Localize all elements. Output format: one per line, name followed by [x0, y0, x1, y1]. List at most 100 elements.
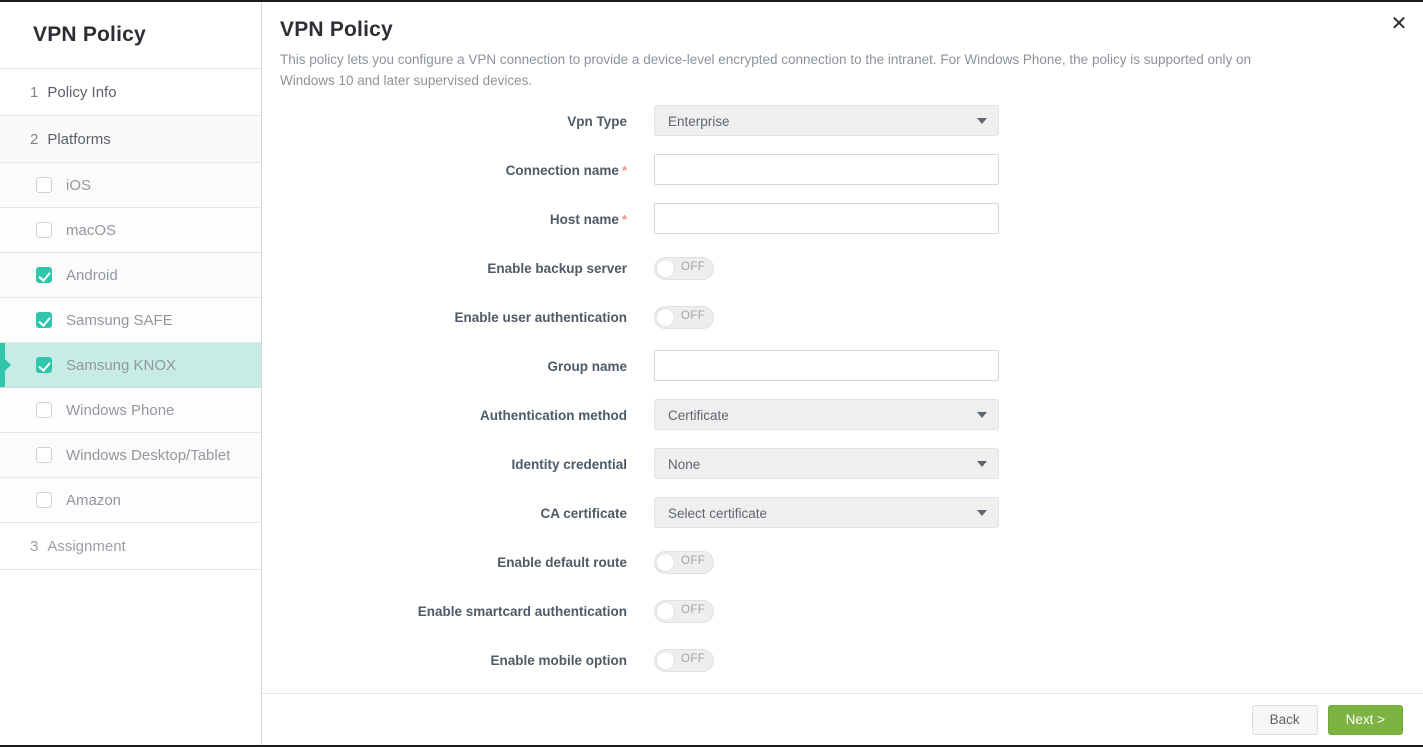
sidebar-platform-macos[interactable]: macOS [0, 208, 261, 253]
field-control: OFF [654, 546, 1423, 574]
field-control: Enterprise [654, 105, 1423, 136]
vpn-type-select[interactable]: Enterprise [654, 105, 999, 136]
field-control [654, 350, 1423, 381]
vpn-policy-dialog: VPN Policy 1 Policy Info 2 Platforms iOS macO… [0, 0, 1423, 747]
required-asterisk: * [621, 212, 627, 227]
sidebar-title: VPN Policy [0, 2, 261, 69]
form-row: Enable backup server OFF [262, 252, 1423, 301]
page-description: This policy lets you configure a VPN con… [280, 52, 1252, 88]
step-number: 1 [30, 83, 39, 101]
step-number: 3 [30, 537, 39, 555]
wizard-sidebar: VPN Policy 1 Policy Info 2 Platforms iOS macO… [0, 2, 262, 745]
select-wrapper: Certificate [654, 399, 999, 430]
form-row: Vpn Type Enterprise [262, 105, 1423, 154]
checkbox-unchecked-icon[interactable] [36, 447, 52, 463]
checkbox-unchecked-icon[interactable] [36, 492, 52, 508]
connection-name-input[interactable] [654, 154, 999, 185]
sidebar-platform-android[interactable]: Android [0, 253, 261, 298]
field-label-text: Host name [549, 212, 619, 227]
form-row: Identity credential None [262, 448, 1423, 497]
toggle-knob [656, 553, 675, 572]
field-control [654, 203, 1423, 234]
field-label: Connection name * [262, 154, 654, 188]
field-label-text: Group name [547, 359, 627, 374]
platform-label: Windows Phone [66, 401, 175, 419]
next-button[interactable]: Next > [1327, 704, 1403, 735]
field-label: Authentication method [262, 399, 654, 433]
step-number: 2 [30, 130, 39, 148]
sidebar-platform-windows-phone[interactable]: Windows Phone [0, 388, 261, 433]
form-row: Connection name * [262, 154, 1423, 203]
field-label: Identity credential [262, 448, 654, 482]
field-control: OFF [654, 301, 1423, 329]
enable-smartcard-authentication-toggle[interactable]: OFF [654, 600, 714, 623]
field-label-text: Vpn Type [567, 114, 627, 129]
step-label: Platforms [47, 130, 111, 148]
platform-label: Amazon [66, 491, 122, 509]
required-asterisk: * [621, 163, 627, 178]
field-label: Host name * [262, 203, 654, 237]
form-row: Enable mobile option OFF [262, 644, 1423, 693]
main-panel: VPN Policy This policy lets you configur… [262, 2, 1423, 745]
toggle-state-label: OFF [681, 310, 706, 322]
field-label: CA certificate [262, 497, 654, 531]
platform-label: Samsung SAFE [66, 311, 173, 329]
enable-default-route-toggle[interactable]: OFF [654, 551, 714, 574]
sidebar-platform-amazon[interactable]: Amazon [0, 478, 261, 523]
form-row: Group name [262, 350, 1423, 399]
checkbox-unchecked-icon[interactable] [36, 222, 52, 238]
enable-mobile-option-toggle[interactable]: OFF [654, 649, 714, 672]
field-label-text: Enable default route [497, 555, 627, 570]
sidebar-step-policy-info[interactable]: 1 Policy Info [0, 69, 261, 116]
back-button[interactable]: Back [1251, 704, 1318, 735]
select-wrapper: None [654, 448, 999, 479]
form-row: CA certificate Select certificate [262, 497, 1423, 546]
field-label-text: Connection name [505, 163, 619, 178]
field-label-text: Enable mobile option [490, 653, 627, 668]
field-control: Certificate [654, 399, 1423, 430]
platform-label: Windows Desktop/Tablet [66, 446, 231, 464]
policy-form: Vpn Type Enterprise Connection name * Host n… [262, 91, 1423, 693]
panel-header: VPN Policy This policy lets you configur… [262, 2, 1423, 91]
checkbox-unchecked-icon[interactable] [36, 177, 52, 193]
host-name-input[interactable] [654, 203, 999, 234]
dialog-footer: Back Next > [262, 693, 1423, 745]
sidebar-platform-samsung-safe[interactable]: Samsung SAFE [0, 298, 261, 343]
enable-backup-server-toggle[interactable]: OFF [654, 257, 714, 280]
toggle-state-label: OFF [681, 653, 706, 665]
sidebar-platform-ios[interactable]: iOS [0, 163, 261, 208]
enable-user-authentication-toggle[interactable]: OFF [654, 306, 714, 329]
checkbox-unchecked-icon[interactable] [36, 402, 52, 418]
select-wrapper: Enterprise [654, 105, 999, 136]
toggle-state-label: OFF [681, 604, 706, 616]
toggle-knob [656, 259, 675, 278]
sidebar-step-assignment[interactable]: 3 Assignment [0, 523, 261, 570]
field-control: OFF [654, 644, 1423, 672]
platform-label: iOS [66, 176, 92, 194]
sidebar-filler [0, 570, 261, 745]
checkbox-checked-icon[interactable] [36, 312, 52, 328]
field-label-text: Authentication method [480, 408, 627, 423]
checkbox-checked-icon[interactable] [36, 267, 52, 283]
authentication-method-select[interactable]: Certificate [654, 399, 999, 430]
ca-certificate-select[interactable]: Select certificate [654, 497, 999, 528]
toggle-knob [656, 651, 675, 670]
checkbox-checked-icon[interactable] [36, 357, 52, 373]
field-label-text: CA certificate [540, 506, 627, 521]
sidebar-platform-samsung-knox[interactable]: Samsung KNOX [0, 343, 261, 388]
form-row: Enable default route OFF [262, 546, 1423, 595]
platform-label: Android [66, 266, 118, 284]
identity-credential-select[interactable]: None [654, 448, 999, 479]
field-label: Group name [262, 350, 654, 384]
step-label: Policy Info [47, 83, 117, 101]
field-label-text: Enable user authentication [454, 310, 627, 325]
close-icon[interactable]: ✕ [1387, 12, 1411, 36]
select-wrapper: Select certificate [654, 497, 999, 528]
form-row: Host name * [262, 203, 1423, 252]
field-label: Enable backup server [262, 252, 654, 286]
page-title: VPN Policy [280, 18, 393, 41]
sidebar-platform-windows-desktop-tablet[interactable]: Windows Desktop/Tablet [0, 433, 261, 478]
field-label-text: Enable smartcard authentication [417, 604, 627, 619]
group-name-input[interactable] [654, 350, 999, 381]
sidebar-step-platforms[interactable]: 2 Platforms [0, 116, 261, 163]
